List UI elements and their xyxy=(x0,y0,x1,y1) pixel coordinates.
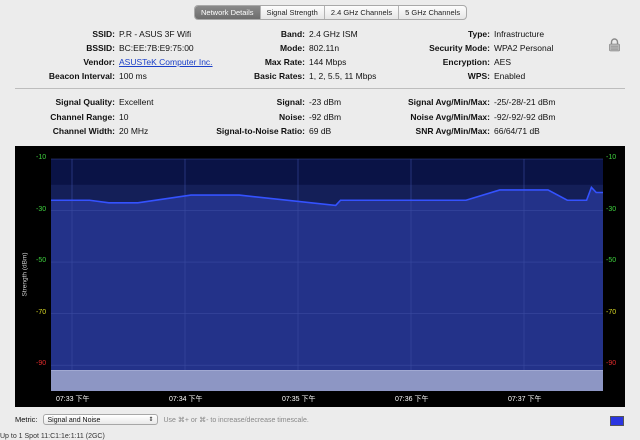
band-value: 2.4 GHz ISM xyxy=(309,29,358,39)
signal-graph: Strength (dBm) -10 -10 -30 -30 -50 -50 -70 -70 -… xyxy=(15,146,625,407)
mode-label: Mode: xyxy=(279,43,305,53)
metric-label: Metric: xyxy=(15,415,38,424)
y-tick-label-right: -70 xyxy=(606,308,617,316)
x-tick-label: 07:33 下午 xyxy=(56,396,90,403)
beacon-row: Beacon Interval: 100 ms xyxy=(15,71,147,82)
tab-2-4ghz-channels[interactable]: 2.4 GHz Channels xyxy=(325,6,400,19)
snr-row: Signal-to-Noise Ratio: 69 dB xyxy=(205,126,331,137)
channel-range-value: 10 xyxy=(119,112,129,122)
noise-avg-value: -92/-92/-92 dBm xyxy=(494,112,556,122)
bssid-row: BSSID: BC:EE:7B:E9:75:00 xyxy=(15,43,194,54)
ssid-row: SSID: P.R - ASUS 3F Wifi xyxy=(15,29,191,40)
wps-label: WPS: xyxy=(467,71,490,81)
y-tick-label-left: -50 xyxy=(36,257,47,265)
basic-rates-value: 1, 2, 5.5, 11 Mbps xyxy=(309,71,377,81)
x-tick-label: 07:35 下午 xyxy=(282,396,316,403)
y-tick-label-left: -70 xyxy=(36,308,47,316)
security-value: WPA2 Personal xyxy=(494,43,554,53)
y-axis-title: Strength (dBm) xyxy=(21,252,29,297)
timescale-hint: Use ⌘+ or ⌘- to increase/decrease timesc… xyxy=(163,416,309,424)
type-row: Type: Infrastructure xyxy=(390,29,544,40)
signal-chart xyxy=(51,158,603,391)
vendor-link[interactable]: ASUSTeK Computer Inc. xyxy=(119,57,213,68)
snr-avg-label: SNR Avg/Min/Max: xyxy=(415,126,490,136)
channel-width-value: 20 MHz xyxy=(119,126,149,136)
quality-value: Excellent xyxy=(119,97,154,107)
bssid-value: BC:EE:7B:E9:75:00 xyxy=(119,43,194,53)
y-tick-label-left: -30 xyxy=(36,205,47,213)
bssid-label: BSSID: xyxy=(86,43,115,53)
signal-avg-label: Signal Avg/Min/Max: xyxy=(407,97,490,107)
wps-value: Enabled xyxy=(494,71,526,81)
tab-network-details[interactable]: Network Details xyxy=(195,6,261,19)
metric-bar: Metric: Signal and Noise ⇕ Use ⌘+ or ⌘- … xyxy=(15,414,309,425)
y-tick-label-right: -30 xyxy=(606,205,617,213)
security-label: Security Mode: xyxy=(429,43,490,53)
y-tick-label-left: -10 xyxy=(36,154,47,161)
x-tick-label: 07:36 下午 xyxy=(395,396,429,403)
vendor-label: Vendor: xyxy=(83,57,115,67)
snr-avg-row: SNR Avg/Min/Max: 66/64/71 dB xyxy=(390,126,540,137)
metric-select-value: Signal and Noise xyxy=(47,417,101,424)
encryption-row: Encryption: AES xyxy=(390,57,511,68)
noise-label: Noise: xyxy=(279,112,305,122)
snr-label: Signal-to-Noise Ratio: xyxy=(216,126,305,136)
signal-label: Signal: xyxy=(276,97,305,107)
signal-avg-value: -25/-28/-21 dBm xyxy=(494,97,556,107)
wps-row: WPS: Enabled xyxy=(390,71,525,82)
band-row: Band: 2.4 GHz ISM xyxy=(205,29,358,40)
x-tick-label: 07:37 下午 xyxy=(508,396,542,403)
mode-row: Mode: 802.11n xyxy=(205,43,339,54)
tab-signal-strength[interactable]: Signal Strength xyxy=(261,6,325,19)
channel-width-label: Channel Width: xyxy=(52,126,115,136)
tab-5ghz-channels[interactable]: 5 GHz Channels xyxy=(399,6,466,19)
noise-row: Noise: -92 dBm xyxy=(205,112,341,123)
signal-area xyxy=(51,187,603,391)
noise-area xyxy=(51,370,603,391)
ssid-label: SSID: xyxy=(92,29,115,39)
basic-rates-row: Basic Rates: 1, 2, 5.5, 11 Mbps xyxy=(205,71,376,82)
tab-bar: Network Details Signal Strength 2.4 GHz … xyxy=(194,5,468,20)
max-rate-value: 144 Mbps xyxy=(309,57,347,67)
y-tick-label-right: -90 xyxy=(606,360,617,368)
y-tick-label-left: -90 xyxy=(36,360,47,368)
section-divider xyxy=(15,88,625,89)
y-tick-label-right: -50 xyxy=(606,257,617,265)
encryption-label: Encryption: xyxy=(442,57,490,67)
noise-value: -92 dBm xyxy=(309,112,342,122)
type-label: Type: xyxy=(467,29,490,39)
channel-width-row: Channel Width: 20 MHz xyxy=(15,126,149,137)
color-swatch[interactable] xyxy=(610,416,624,426)
quality-label: Signal Quality: xyxy=(55,97,115,107)
encryption-value: AES xyxy=(494,57,512,67)
vendor-row: Vendor: ASUSTeK Computer Inc. xyxy=(15,57,213,68)
chevron-updown-icon: ⇕ xyxy=(148,417,154,423)
snr-avg-value: 66/64/71 dB xyxy=(494,126,540,136)
signal-row: Signal: -23 dBm xyxy=(205,97,341,108)
signal-value: -23 dBm xyxy=(309,97,342,107)
lock-icon xyxy=(609,38,620,52)
signal-avg-row: Signal Avg/Min/Max: -25/-28/-21 dBm xyxy=(390,97,555,108)
mode-value: 802.11n xyxy=(309,43,340,53)
max-rate-label: Max Rate: xyxy=(264,57,305,67)
beacon-value: 100 ms xyxy=(119,71,147,81)
y-tick-label-right: -10 xyxy=(606,154,617,161)
max-rate-row: Max Rate: 144 Mbps xyxy=(205,57,347,68)
noise-avg-label: Noise Avg/Min/Max: xyxy=(410,112,490,122)
beacon-label: Beacon Interval: xyxy=(48,71,115,81)
snr-value: 69 dB xyxy=(309,126,332,136)
channel-range-row: Channel Range: 10 xyxy=(15,112,128,123)
basic-rates-label: Basic Rates: xyxy=(253,71,305,81)
ssid-value: P.R - ASUS 3F Wifi xyxy=(119,29,192,39)
quality-row: Signal Quality: Excellent xyxy=(15,97,154,108)
band-label: Band: xyxy=(280,29,305,39)
type-value: Infrastructure xyxy=(494,29,545,39)
metric-select[interactable]: Signal and Noise ⇕ xyxy=(42,414,158,425)
noise-avg-row: Noise Avg/Min/Max: -92/-92/-92 dBm xyxy=(390,112,555,123)
channel-range-label: Channel Range: xyxy=(50,112,115,122)
x-tick-label: 07:34 下午 xyxy=(169,396,203,403)
security-row: Security Mode: WPA2 Personal xyxy=(390,43,553,54)
